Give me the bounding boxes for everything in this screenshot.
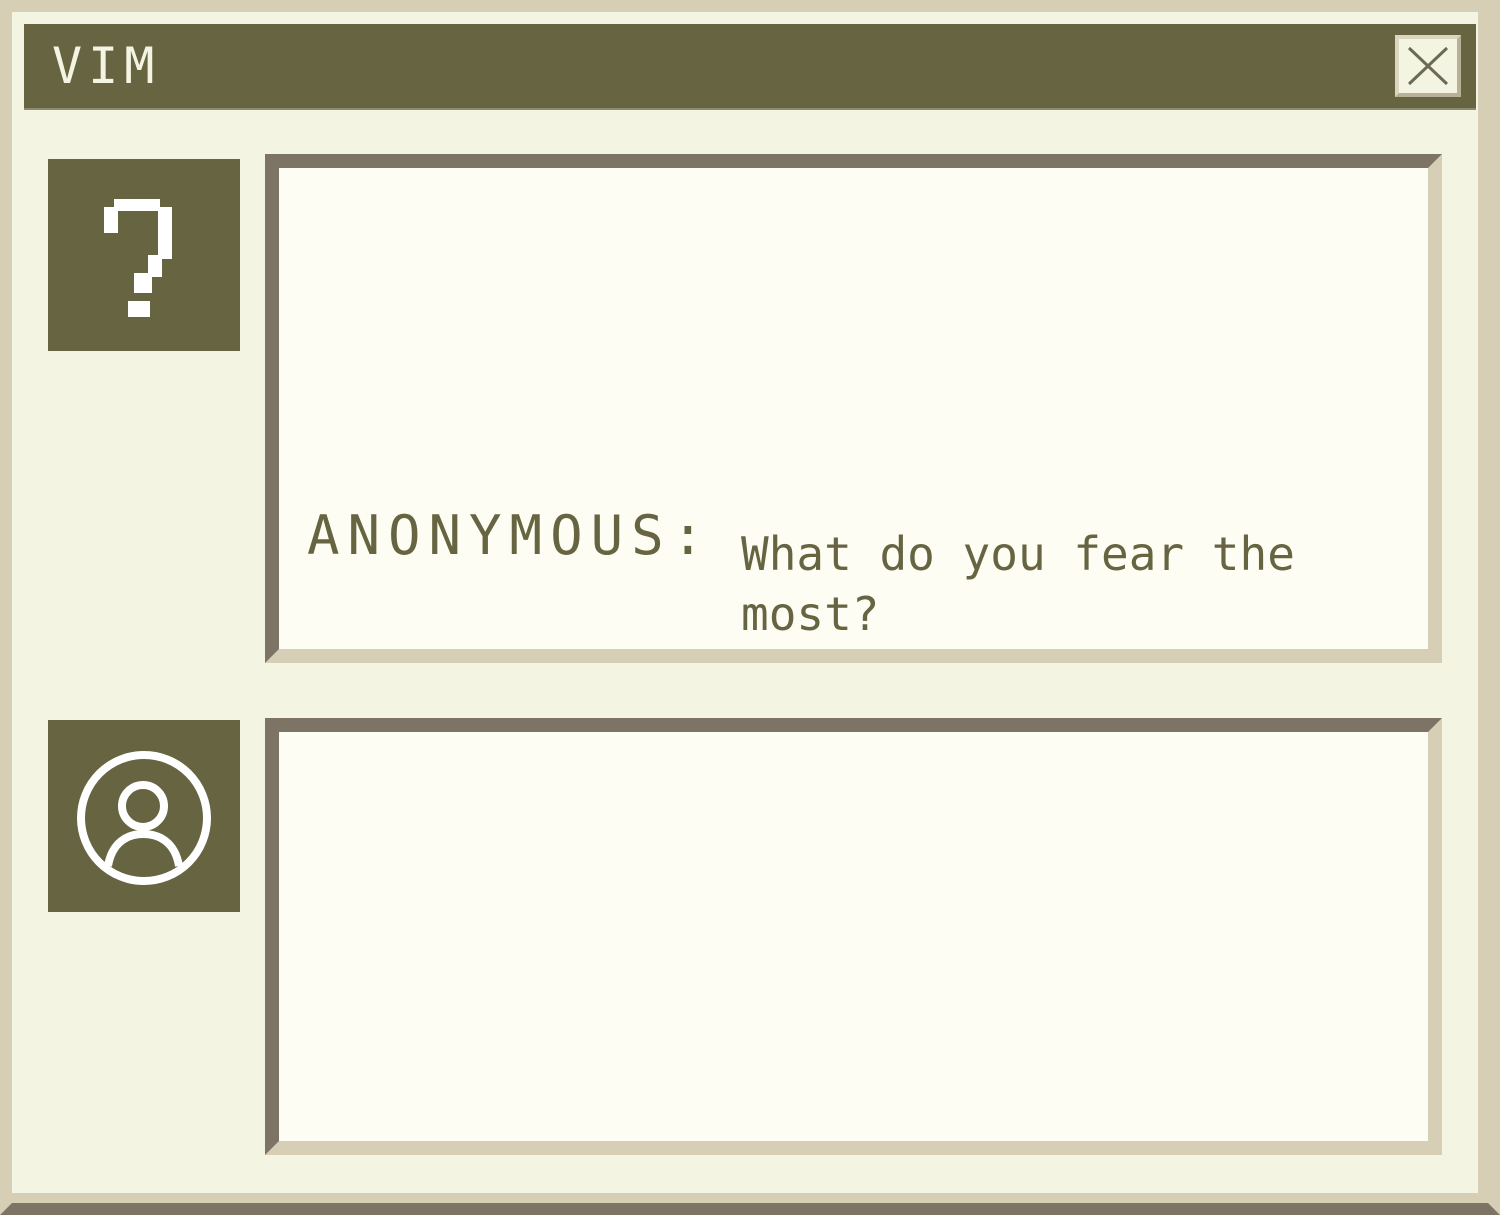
dialog-window: VIM ANONYMOUS: What do you fear the most…: [0, 0, 1500, 1215]
message-text: What do you fear the most?: [741, 527, 1295, 641]
window-title: VIM: [52, 37, 161, 95]
close-icon: [1407, 46, 1449, 86]
user-avatar-icon: [77, 751, 211, 885]
close-button[interactable]: [1395, 35, 1461, 97]
message-display-panel: ANONYMOUS: What do you fear the most?: [265, 154, 1442, 663]
message-sender: ANONYMOUS:: [307, 504, 713, 567]
user-icon-box: [48, 720, 240, 912]
question-icon-box: [48, 159, 240, 351]
reply-input-panel[interactable]: [265, 718, 1442, 1155]
title-bar[interactable]: VIM: [24, 24, 1476, 110]
question-icon: [104, 199, 172, 317]
